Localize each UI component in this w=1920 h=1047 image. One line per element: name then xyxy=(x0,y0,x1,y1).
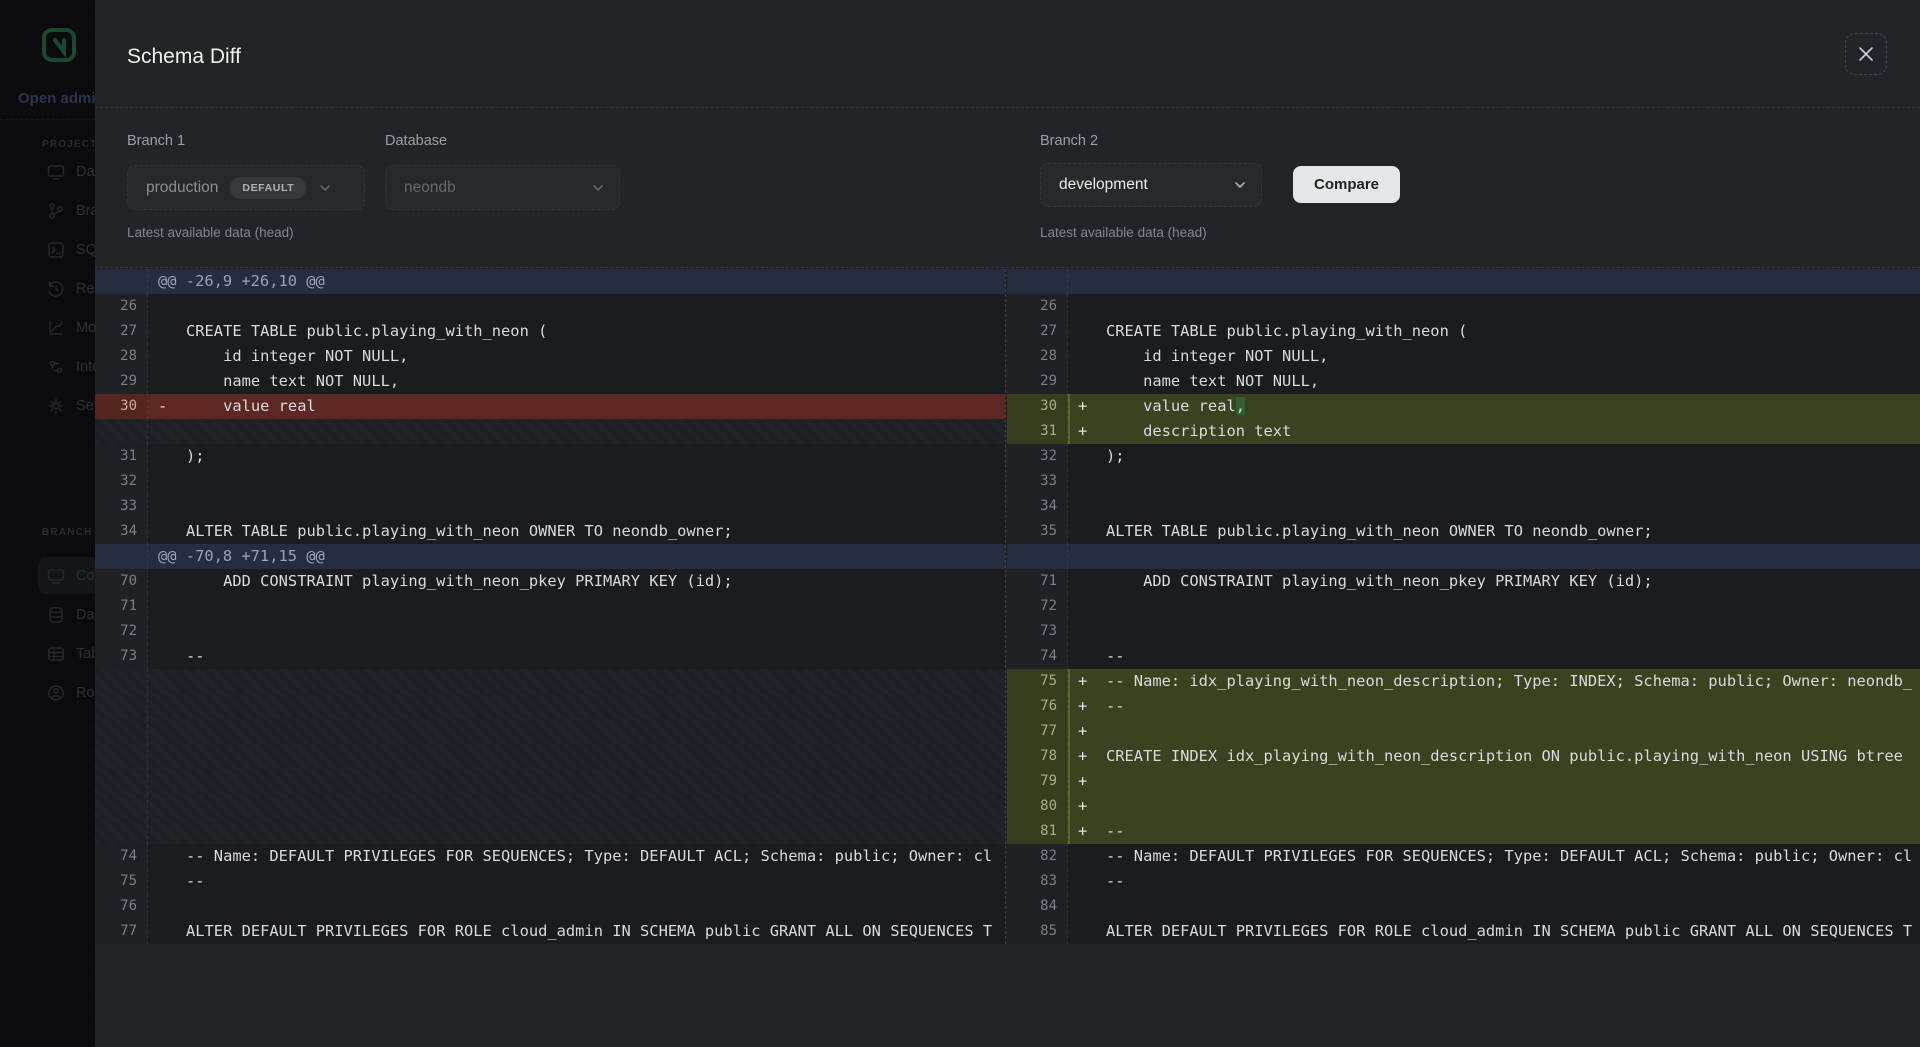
branch1-label: Branch 1 xyxy=(127,133,185,149)
header-divider xyxy=(95,107,1920,108)
branch2-label: Branch 2 xyxy=(1040,133,1098,149)
diff-row-ctx: 75 -- xyxy=(95,869,1005,894)
diff-row-ctx: 83 -- xyxy=(1007,869,1920,894)
schema-diff-modal: Schema Diff Branch 1 Database Branch 2 p… xyxy=(95,0,1920,1047)
diff-pane-branch2[interactable]: 26 27 CREATE TABLE public.playing_with_n… xyxy=(1007,269,1920,944)
diff-row-ctx: 34 ALTER TABLE public.playing_with_neon … xyxy=(95,519,1005,544)
diff-row-ctx: 32 xyxy=(95,469,1005,494)
diff-row-ctx: 28 id integer NOT NULL, xyxy=(1007,344,1920,369)
diff-row-ctx: 29 name text NOT NULL, xyxy=(1007,369,1920,394)
diff-row-ctx: 33 xyxy=(95,494,1005,519)
diff-row-ctx: 31 ); xyxy=(95,444,1005,469)
diff-row-ctx: 72 xyxy=(1007,594,1920,619)
diff-row-ctx: 71 ADD CONSTRAINT playing_with_neon_pkey… xyxy=(1007,569,1920,594)
diff-row-ctx: 73 xyxy=(1007,619,1920,644)
diff-row-ctx: 33 xyxy=(1007,469,1920,494)
diff-row-gap xyxy=(95,744,1005,769)
diff-row-add: 79+ xyxy=(1007,769,1920,794)
diff-row-ctx: 71 xyxy=(95,594,1005,619)
diff-row-add: 81+-- xyxy=(1007,819,1920,844)
branch1-value: production xyxy=(146,179,218,197)
diff-row-add: 75+-- Name: idx_playing_with_neon_descri… xyxy=(1007,669,1920,694)
diff-row-ctx: 29 name text NOT NULL, xyxy=(95,369,1005,394)
diff-row-ctx: 84 xyxy=(1007,894,1920,919)
diff-row-ctx: 34 xyxy=(1007,494,1920,519)
diff-row-hunk: @@ -26,9 +26,10 @@ xyxy=(95,269,1005,294)
diff-row-hunk xyxy=(1007,269,1920,294)
branch1-select[interactable]: production DEFAULT xyxy=(127,165,365,210)
diff-row-del: 30- value real xyxy=(95,394,1005,419)
diff-row-gap xyxy=(95,769,1005,794)
database-label: Database xyxy=(385,133,447,149)
diff-row-gap xyxy=(95,694,1005,719)
diff-row-add: 80+ xyxy=(1007,794,1920,819)
chevron-down-icon xyxy=(1233,178,1247,192)
diff-row-ctx: 26 xyxy=(95,294,1005,319)
diff-row-ctx: 28 id integer NOT NULL, xyxy=(95,344,1005,369)
diff-row-ctx: 74 -- Name: DEFAULT PRIVILEGES FOR SEQUE… xyxy=(95,844,1005,869)
diff-row-ctx: 72 xyxy=(95,619,1005,644)
diff-row-gap xyxy=(95,719,1005,744)
close-button[interactable] xyxy=(1845,33,1887,75)
diff-row-ctx: 85 ALTER DEFAULT PRIVILEGES FOR ROLE clo… xyxy=(1007,919,1920,944)
diff-row-hunk: @@ -70,8 +71,15 @@ xyxy=(95,544,1005,569)
diff-row-ctx: 73 -- xyxy=(95,644,1005,669)
diff-row-ctx: 76 xyxy=(95,894,1005,919)
diff-row-add: 31+ description text xyxy=(1007,419,1920,444)
diff-row-ctx: 32 ); xyxy=(1007,444,1920,469)
close-icon xyxy=(1858,46,1874,62)
diff-row-hunk xyxy=(1007,544,1920,569)
diff-row-add: 76+-- xyxy=(1007,694,1920,719)
diff-row-ctx: 27 CREATE TABLE public.playing_with_neon… xyxy=(1007,319,1920,344)
diff-row-gap xyxy=(95,794,1005,819)
diff-row-gap xyxy=(95,669,1005,694)
database-select[interactable]: neondb xyxy=(385,165,620,210)
branch1-head-note: Latest available data (head) xyxy=(127,225,294,240)
default-badge: DEFAULT xyxy=(230,177,306,199)
diff-row-ctx: 70 ADD CONSTRAINT playing_with_neon_pkey… xyxy=(95,569,1005,594)
database-value: neondb xyxy=(404,179,456,197)
diff-row-ctx: 35 ALTER TABLE public.playing_with_neon … xyxy=(1007,519,1920,544)
diff-row-add: 78+CREATE INDEX idx_playing_with_neon_de… xyxy=(1007,744,1920,769)
branch2-value: development xyxy=(1059,176,1148,194)
compare-button[interactable]: Compare xyxy=(1293,166,1400,203)
diff-pane-branch1[interactable]: @@ -26,9 +26,10 @@26 27 CREATE TABLE pub… xyxy=(95,269,1006,944)
diff-row-gap xyxy=(95,819,1005,844)
diff-row-ctx: 26 xyxy=(1007,294,1920,319)
schema-diff-viewer: @@ -26,9 +26,10 @@26 27 CREATE TABLE pub… xyxy=(95,267,1920,944)
modal-title: Schema Diff xyxy=(127,45,241,69)
chevron-down-icon xyxy=(591,181,605,195)
diff-row-gap xyxy=(95,419,1005,444)
diff-row-ctx: 27 CREATE TABLE public.playing_with_neon… xyxy=(95,319,1005,344)
diff-row-ctx: 77 ALTER DEFAULT PRIVILEGES FOR ROLE clo… xyxy=(95,919,1005,944)
diff-row-ctx: 82 -- Name: DEFAULT PRIVILEGES FOR SEQUE… xyxy=(1007,844,1920,869)
branch2-select[interactable]: development xyxy=(1040,163,1262,207)
diff-row-ctx: 74 -- xyxy=(1007,644,1920,669)
diff-row-add: 77+ xyxy=(1007,719,1920,744)
diff-row-add: 30+ value real, xyxy=(1007,394,1920,419)
chevron-down-icon xyxy=(318,181,332,195)
app-root: Open admin PROJECT DashboardBranchesSQL … xyxy=(0,0,1920,1047)
branch2-head-note: Latest available data (head) xyxy=(1040,225,1207,240)
